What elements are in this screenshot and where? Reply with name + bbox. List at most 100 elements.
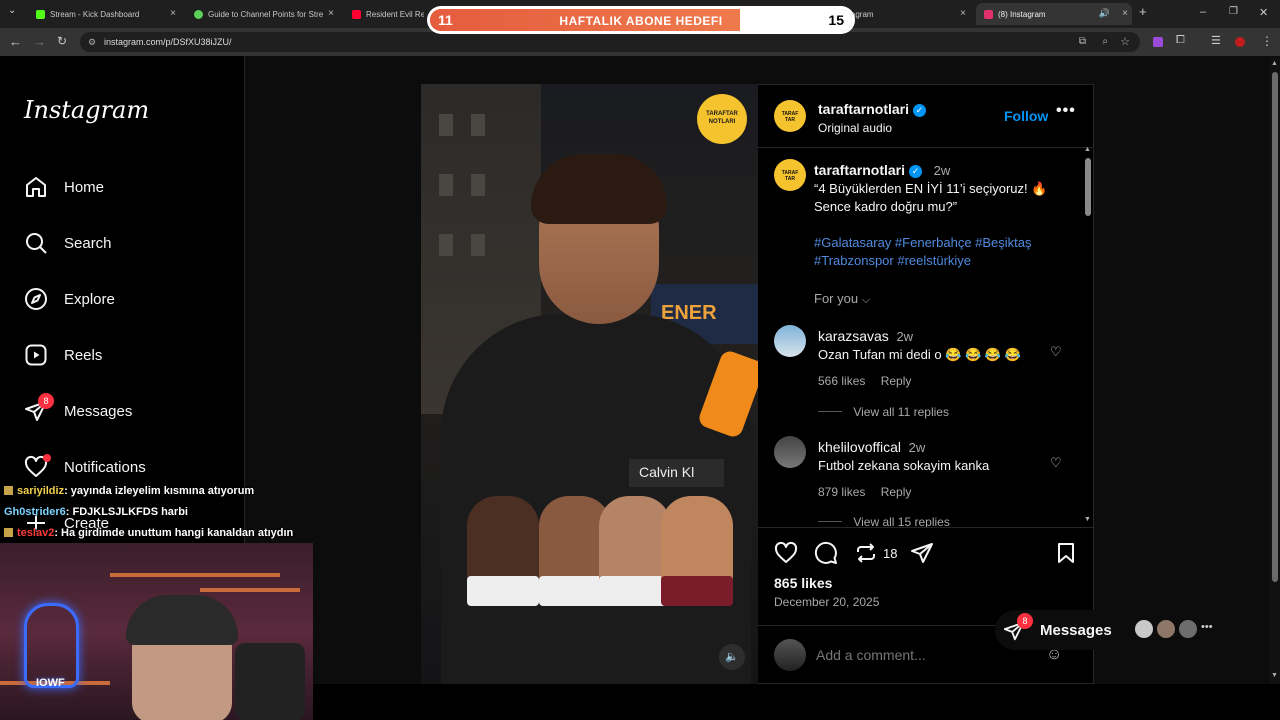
hashtags[interactable]: #Trabzonspor #reelstürkiye	[814, 252, 1069, 270]
video-person-hair	[531, 154, 667, 224]
tab-kick-dashboard[interactable]: Stream - Kick Dashboard ×	[28, 3, 180, 25]
sidebar-item-messages[interactable]: 8 Messages	[24, 393, 132, 426]
streamer-beanie	[126, 595, 238, 645]
comment-likes[interactable]: 566 likes	[818, 374, 865, 388]
sidebar-item-reels[interactable]: Reels	[24, 340, 102, 370]
back-icon[interactable]: ←	[9, 34, 22, 49]
comment-icon[interactable]	[814, 541, 838, 565]
url-text: instagram.com/p/DSfXU38iJZU/	[104, 37, 232, 47]
sidebar-item-search[interactable]: Search	[24, 228, 112, 258]
speaker-icon[interactable]: 🔊	[1099, 8, 1110, 19]
page-scrollbar[interactable]: ▲ ▼	[1270, 58, 1280, 684]
browser-menu-icon[interactable]: ⋮	[1261, 34, 1273, 48]
author-avatar[interactable]: TARAF TAR	[774, 100, 806, 132]
comment-text: Futbol zekana sokayim kanka	[818, 458, 990, 473]
comments-scrollbar[interactable]: ▲ ▼	[1084, 146, 1092, 526]
reading-list-icon[interactable]: ☰	[1211, 34, 1221, 47]
reels-icon	[25, 344, 47, 366]
likes-count[interactable]: 865 likes	[774, 575, 832, 591]
chat-username: teslav2	[17, 527, 55, 539]
tab-channel-points[interactable]: Guide to Channel Points for Stre ×	[186, 3, 338, 25]
restore-icon[interactable]: ❐	[1229, 6, 1238, 17]
address-bar[interactable]: ⚙ instagram.com/p/DSfXU38iJZU/ ⧉ ⌕ ☆	[80, 32, 1140, 52]
reply-button[interactable]: Reply	[881, 485, 912, 499]
caption-age: 2w	[933, 163, 951, 178]
scroll-up-icon[interactable]: ▲	[1271, 60, 1278, 67]
caption-avatar[interactable]: TARAF TAR	[774, 159, 806, 191]
commenter-avatar[interactable]	[774, 325, 806, 357]
new-tab-icon[interactable]: +	[1139, 4, 1147, 19]
extensions-puzzle-icon[interactable]: ⧠	[1176, 34, 1185, 47]
chat-message: Gh0strider6: FDJKLSJLKFDS harbi	[4, 506, 188, 518]
reply-button[interactable]: Reply	[881, 374, 912, 388]
video-window	[439, 174, 453, 196]
caption-username[interactable]: taraftarnotlari	[814, 162, 905, 178]
comment-likes[interactable]: 879 likes	[818, 485, 865, 499]
for-you-dropdown[interactable]: For you ⌵	[814, 290, 1069, 309]
extension-icon[interactable]	[1153, 37, 1163, 47]
taraftar-notlari-logo: TARAFTAR NOTLARI	[697, 94, 747, 144]
conversation-avatar	[1133, 618, 1155, 640]
commenter-avatar[interactable]	[774, 436, 806, 468]
scroll-thumb[interactable]	[1085, 158, 1091, 216]
caption: taraftarnotlari ✓ 2w “4 Büyüklerden EN İY…	[814, 161, 1069, 309]
audio-link[interactable]: Original audio	[818, 121, 926, 135]
logo-line-2: NOTLARI	[708, 119, 736, 125]
site-info-icon[interactable]: ⚙	[88, 32, 96, 52]
comment-username[interactable]: karazsavas	[818, 328, 889, 344]
close-icon[interactable]: ×	[1122, 8, 1128, 19]
repost-icon[interactable]	[854, 541, 878, 565]
instagram-logo[interactable]: Instagram	[24, 96, 149, 124]
author-username[interactable]: taraftarnotlari	[818, 101, 909, 117]
scroll-up-icon[interactable]: ▲	[1084, 146, 1091, 153]
reload-icon[interactable]: ↻	[57, 34, 67, 48]
reel-video[interactable]: ENER Calvin Kl TARAFTAR NOTLARI 🔈	[421, 84, 758, 684]
shelf	[110, 573, 280, 577]
save-icon[interactable]	[1054, 541, 1078, 565]
view-replies[interactable]: View all 11 replies	[818, 405, 949, 419]
like-icon[interactable]	[774, 541, 798, 565]
more-options-icon[interactable]: •••	[1056, 102, 1076, 120]
zoom-icon[interactable]: ⌕	[1102, 32, 1108, 52]
guide-favicon-icon	[194, 9, 203, 19]
view-replies[interactable]: View all 15 replies	[818, 515, 950, 527]
like-comment-icon[interactable]: ♡	[1050, 344, 1062, 360]
chat-message: teslav2: Ha girdimde unuttum hangi kanal…	[4, 527, 293, 539]
like-comment-icon[interactable]: ♡	[1050, 455, 1062, 471]
tab-resident-evil[interactable]: Resident Evil Requ	[344, 3, 424, 25]
sidebar-item-explore[interactable]: Explore	[24, 284, 115, 314]
messages-floating-button[interactable]: 8 Messages •••	[995, 610, 1225, 650]
hashtags[interactable]: #Galatasaray #Fenerbahçe #Beşiktaş	[814, 234, 1069, 252]
view-replies-label: View all 11 replies	[853, 405, 949, 419]
forward-icon[interactable]: →	[33, 34, 46, 49]
minimize-icon[interactable]: –	[1200, 6, 1206, 18]
bookmark-star-icon[interactable]: ☆	[1120, 32, 1130, 52]
follow-button[interactable]: Follow	[1004, 108, 1048, 124]
scroll-thumb[interactable]	[1272, 72, 1278, 582]
comment-username[interactable]: khelilovoffical	[818, 439, 901, 455]
share-icon[interactable]	[910, 541, 934, 565]
profile-icon[interactable]	[1235, 37, 1245, 47]
divider	[758, 527, 1094, 528]
cast-icon[interactable]: ⧉	[1079, 32, 1086, 52]
post-panel: TARAF TAR taraftarnotlari ✓ Original audio…	[758, 84, 1094, 684]
window-close-icon[interactable]: ✕	[1259, 6, 1268, 19]
add-comment-input[interactable]	[816, 645, 1036, 665]
close-icon[interactable]: ×	[170, 8, 176, 19]
volume-icon[interactable]: 🔈	[719, 644, 745, 670]
chat-badge-icon	[4, 486, 13, 495]
tab-instagram-active[interactable]: (8) Instagram 🔊 ×	[976, 3, 1132, 25]
scroll-down-icon[interactable]: ▼	[1084, 516, 1091, 523]
chevron-down-icon: ⌵	[861, 294, 871, 306]
scroll-down-icon[interactable]: ▼	[1271, 672, 1278, 679]
close-icon[interactable]: ×	[328, 8, 334, 19]
sidebar-item-notifications[interactable]: Notifications	[24, 452, 146, 482]
comment-age: 2w	[908, 440, 926, 455]
player-shirt	[467, 576, 539, 606]
sidebar-item-home[interactable]: Home	[24, 172, 104, 202]
search-icon	[26, 233, 47, 254]
tab-search-chevron-icon[interactable]: ⌄	[8, 5, 16, 16]
comment-age: 2w	[896, 329, 914, 344]
close-icon[interactable]: ×	[960, 8, 966, 19]
goal-remaining: 15	[740, 9, 852, 31]
